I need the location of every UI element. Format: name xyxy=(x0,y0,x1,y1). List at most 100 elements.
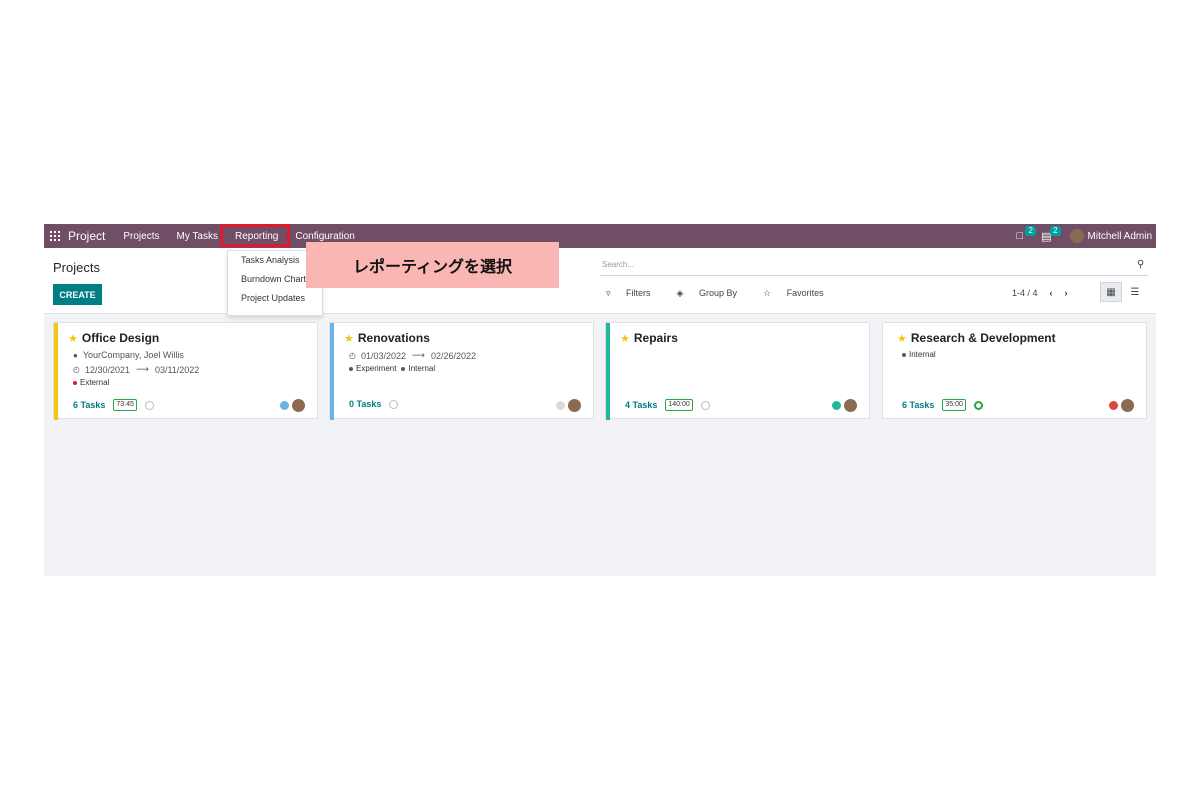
tasks-link[interactable]: 6 Tasks xyxy=(902,400,934,410)
card-color-stripe xyxy=(606,323,610,420)
card-footer: 0 Tasks xyxy=(349,399,399,409)
star-icon[interactable]: ★ xyxy=(897,332,907,345)
status-dot[interactable] xyxy=(832,401,841,410)
tag-experiment: Experiment xyxy=(349,364,396,373)
star-outline-icon: ☆ xyxy=(763,288,772,298)
tag-internal: Internal xyxy=(902,350,936,359)
card-color-stripe xyxy=(54,323,58,420)
status-dot[interactable] xyxy=(556,401,565,410)
tasks-link[interactable]: 4 Tasks xyxy=(625,400,657,410)
clock-icon: ◴ xyxy=(349,351,356,360)
group-by-button[interactable]: ◈ Group By xyxy=(677,288,750,299)
card-footer: 6 Tasks 35:00 xyxy=(902,399,983,411)
star-icon[interactable]: ★ xyxy=(68,332,78,345)
avatar[interactable] xyxy=(1121,399,1134,412)
pager-value[interactable]: 1-4 / 4 xyxy=(1012,288,1038,298)
project-dates: ◴ 12/30/2021 ⟶ 03/11/2022 xyxy=(73,364,199,375)
filters-button[interactable]: ▿ Filters xyxy=(606,288,664,299)
menu-project-updates[interactable]: Project Updates xyxy=(228,289,322,308)
layers-icon: ◈ xyxy=(676,288,684,298)
date-end: 02/26/2022 xyxy=(430,350,476,361)
tag-internal: Internal xyxy=(401,364,435,373)
user-icon: ● xyxy=(73,350,78,360)
messages-badge: 2 xyxy=(1025,226,1036,236)
project-tags: Experiment Internal xyxy=(349,364,440,373)
arrow-right-icon: ⟶ xyxy=(412,350,425,360)
search-icon[interactable]: ⚲ xyxy=(1137,259,1152,270)
project-name: Repairs xyxy=(633,331,678,345)
project-title: ★ Repairs xyxy=(620,331,678,345)
project-title: ★ Office Design xyxy=(68,331,159,345)
project-name: Office Design xyxy=(81,331,160,345)
user-avatar[interactable] xyxy=(1069,229,1084,243)
pager-previous-icon[interactable]: ‹ xyxy=(1050,288,1053,298)
app-title[interactable]: Project xyxy=(68,229,105,243)
tag-external: External xyxy=(73,378,109,387)
hours-badge: 140:00 xyxy=(665,399,693,411)
milestone-clock-icon xyxy=(700,400,710,410)
list-view-icon[interactable]: ☰ xyxy=(1124,282,1146,302)
avatar[interactable] xyxy=(844,399,857,412)
user-name[interactable]: Mitchell Admin xyxy=(1088,231,1152,242)
milestone-check-icon xyxy=(973,400,983,410)
group-by-label: Group By xyxy=(698,288,738,298)
clock-icon: ◴ xyxy=(73,365,80,374)
reporting-highlight-box xyxy=(220,224,290,247)
project-tags: External xyxy=(73,378,114,387)
kanban-view-icon[interactable]: ▦ xyxy=(1100,282,1122,302)
customer-name: YourCompany, Joel Willis xyxy=(82,350,184,360)
pager-next-icon[interactable]: › xyxy=(1065,288,1068,298)
top-navbar: Project Projects My Tasks Reporting Conf… xyxy=(44,224,1156,248)
instruction-callout: レポーティングを選択 xyxy=(306,242,559,288)
menu-configuration[interactable]: Configuration xyxy=(295,231,354,242)
favorites-button[interactable]: ☆ Favorites xyxy=(763,288,837,299)
star-icon[interactable]: ★ xyxy=(620,332,630,345)
activities-badge: 2 xyxy=(1050,225,1061,236)
card-color-stripe xyxy=(330,323,334,420)
tasks-link[interactable]: 6 Tasks xyxy=(73,400,105,410)
project-card-office-design[interactable]: ★ Office Design ● YourCompany, Joel Will… xyxy=(53,322,318,420)
search-input[interactable]: Search... xyxy=(600,260,1148,276)
star-icon[interactable]: ★ xyxy=(344,332,354,345)
page-title: Projects xyxy=(53,260,100,275)
milestone-clock-icon xyxy=(144,400,154,410)
search-options: ▿ Filters ◈ Group By ☆ Favorites xyxy=(606,288,850,299)
project-card-research-development[interactable]: ★ Research & Development Internal 6 Task… xyxy=(882,322,1147,419)
control-panel: Projects CREATE Search... ⚲ ▿ Filters ◈ … xyxy=(44,248,1156,314)
project-title: ★ Research & Development xyxy=(897,331,1056,345)
project-title: ★ Renovations xyxy=(344,331,430,345)
menu-my-tasks[interactable]: My Tasks xyxy=(176,231,218,242)
project-tags: Internal xyxy=(902,350,941,359)
odoo-app-window: Project Projects My Tasks Reporting Conf… xyxy=(44,224,1156,576)
menu-projects[interactable]: Projects xyxy=(123,231,159,242)
status-dot[interactable] xyxy=(1109,401,1118,410)
tasks-link[interactable]: 0 Tasks xyxy=(349,399,381,409)
project-card-repairs[interactable]: ★ Repairs 4 Tasks 140:00 xyxy=(605,322,870,420)
project-card-renovations[interactable]: ★ Renovations ◴ 01/03/2022 ⟶ 02/26/2022 … xyxy=(329,322,594,420)
card-footer: 4 Tasks 140:00 xyxy=(625,399,710,411)
apps-grid-icon[interactable] xyxy=(50,231,60,241)
project-name: Renovations xyxy=(357,331,430,345)
arrow-right-icon: ⟶ xyxy=(136,364,149,374)
filters-label: Filters xyxy=(626,288,651,298)
date-end: 03/11/2022 xyxy=(154,364,200,375)
favorites-label: Favorites xyxy=(786,288,824,298)
project-dates: ◴ 01/03/2022 ⟶ 02/26/2022 xyxy=(349,350,476,361)
pager: 1-4 / 4 ‹ › xyxy=(1012,288,1068,298)
filter-icon: ▿ xyxy=(606,288,611,298)
date-start: 12/30/2021 xyxy=(84,364,131,375)
hours-badge: 73:45 xyxy=(113,399,137,411)
hours-badge: 35:00 xyxy=(942,399,966,411)
milestone-clock-icon xyxy=(389,399,399,409)
project-customer: ● YourCompany, Joel Willis xyxy=(73,350,184,360)
status-dot[interactable] xyxy=(280,401,289,410)
avatar[interactable] xyxy=(568,399,581,412)
messages-icon[interactable]: □ 2 xyxy=(1016,226,1036,242)
create-button[interactable]: CREATE xyxy=(53,284,102,305)
navbar-systray: □ 2 ▤ 2 Mitchell Admin xyxy=(1016,224,1152,248)
project-name: Research & Development xyxy=(910,331,1056,345)
activities-icon[interactable]: ▤ 2 xyxy=(1041,225,1061,243)
date-start: 01/03/2022 xyxy=(360,350,407,361)
avatar[interactable] xyxy=(292,399,305,412)
card-footer: 6 Tasks 73:45 xyxy=(73,399,154,411)
